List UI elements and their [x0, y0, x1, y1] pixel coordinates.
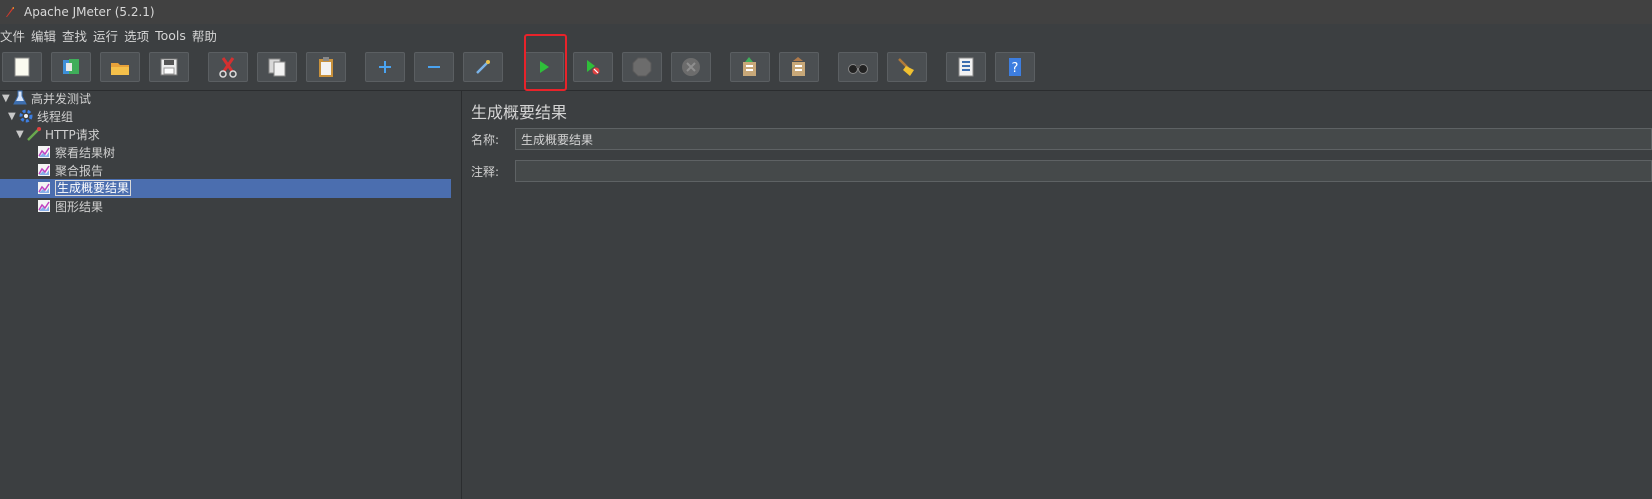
- help-icon: ?: [1009, 58, 1021, 76]
- title-bar: Apache JMeter (5.2.1): [0, 0, 1652, 24]
- search-button[interactable]: [838, 52, 878, 82]
- menu-options[interactable]: 选项: [124, 26, 155, 45]
- clear-all-icon: [898, 58, 914, 76]
- start-button[interactable]: [524, 52, 564, 82]
- start-no-timers-button[interactable]: [573, 52, 613, 82]
- menu-tools[interactable]: Tools: [155, 28, 192, 43]
- comment-field[interactable]: [515, 160, 1652, 182]
- copy-icon: [268, 58, 286, 77]
- menu-file[interactable]: 文件: [0, 26, 31, 45]
- tree-node-view-results-tree[interactable]: 察看结果树: [36, 143, 115, 161]
- templates-button[interactable]: [51, 52, 91, 82]
- sampler-icon: [26, 126, 42, 142]
- toolbar: ?: [0, 46, 1652, 91]
- test-plan-icon: [12, 90, 28, 106]
- tree-node-http-request[interactable]: ▼ HTTP请求: [16, 125, 100, 143]
- tree-node-label: 察看结果树: [55, 145, 116, 160]
- save-button[interactable]: [149, 52, 189, 82]
- search-icon: [848, 64, 868, 74]
- paste-button[interactable]: [306, 52, 346, 82]
- copy-button[interactable]: [257, 52, 297, 82]
- function-helper-button[interactable]: [946, 52, 986, 82]
- name-field[interactable]: [515, 128, 1652, 150]
- start-no-timers-icon: [587, 60, 600, 75]
- collapse-button[interactable]: [414, 52, 454, 82]
- menu-run[interactable]: 运行: [93, 26, 124, 45]
- comment-label: 注释:: [471, 165, 500, 179]
- save-icon: [160, 58, 178, 76]
- name-label: 名称:: [471, 133, 500, 147]
- cut-icon: [219, 57, 237, 78]
- menu-bar: 文件 编辑 查找 运行 选项 Tools 帮助: [0, 24, 1652, 47]
- listener-icon: [36, 198, 52, 214]
- tree-node-graph-results[interactable]: 图形结果: [36, 197, 103, 215]
- tree-node-aggregate-report[interactable]: 聚合报告: [36, 161, 103, 179]
- expand-button[interactable]: [365, 52, 405, 82]
- listener-icon: [36, 144, 52, 160]
- tree-node-label: 聚合报告: [55, 163, 104, 178]
- test-plan-tree: ▼ 高并发测试 ▼ 线程组 ▼ HTTP请求 察看结果树 聚合报告 生成概要结果…: [0, 89, 452, 499]
- new-button[interactable]: [2, 52, 42, 82]
- svg-text:?: ?: [1012, 61, 1019, 76]
- split-pane-divider[interactable]: [451, 91, 462, 499]
- listener-icon: [36, 180, 52, 196]
- help-button[interactable]: ?: [995, 52, 1035, 82]
- tree-node-label: HTTP请求: [45, 127, 100, 142]
- shutdown-button[interactable]: [671, 52, 711, 82]
- stop-icon: [632, 57, 652, 77]
- summary-report-panel: 生成概要结果 名称: 注释:: [462, 91, 1652, 499]
- toggle-icon: [476, 60, 490, 74]
- menu-edit[interactable]: 编辑: [31, 26, 62, 45]
- shutdown-icon: [682, 58, 700, 76]
- new-icon: [14, 57, 30, 77]
- remote-stop-icon: [792, 57, 805, 76]
- jmeter-logo-icon: [6, 7, 14, 17]
- window-title: Apache JMeter (5.2.1): [24, 5, 155, 19]
- tree-node-test-plan[interactable]: ▼ 高并发测试: [2, 89, 91, 107]
- tree-node-label: 线程组: [37, 109, 74, 124]
- remote-start-button[interactable]: [730, 52, 770, 82]
- tree-node-label: 图形结果: [55, 199, 104, 214]
- remote-start-icon: [743, 57, 756, 76]
- paste-icon: [319, 57, 333, 77]
- collapse-icon: [428, 66, 440, 68]
- expand-arrow-icon[interactable]: ▼: [16, 129, 26, 140]
- expand-arrow-icon[interactable]: ▼: [8, 111, 18, 122]
- tree-node-label: 高并发测试: [31, 91, 92, 106]
- thread-group-icon: [18, 108, 34, 124]
- toggle-button[interactable]: [463, 52, 503, 82]
- menu-search[interactable]: 查找: [62, 26, 93, 45]
- expand-icon: [379, 61, 391, 73]
- stop-button[interactable]: [622, 52, 662, 82]
- clear-all-button[interactable]: [887, 52, 927, 82]
- listener-icon: [36, 162, 52, 178]
- panel-title: 生成概要结果: [471, 103, 568, 122]
- templates-icon: [63, 59, 79, 74]
- expand-arrow-icon[interactable]: ▼: [2, 93, 12, 104]
- remote-stop-button[interactable]: [779, 52, 819, 82]
- menu-help[interactable]: 帮助: [192, 26, 223, 45]
- tree-node-thread-group[interactable]: ▼ 线程组: [8, 107, 73, 125]
- start-icon: [540, 61, 549, 73]
- cut-button[interactable]: [208, 52, 248, 82]
- open-icon: [111, 63, 129, 75]
- open-button[interactable]: [100, 52, 140, 82]
- function-helper-icon: [958, 57, 974, 77]
- tree-node-label: 生成概要结果: [55, 180, 132, 196]
- tree-node-summary-report[interactable]: 生成概要结果: [36, 179, 132, 197]
